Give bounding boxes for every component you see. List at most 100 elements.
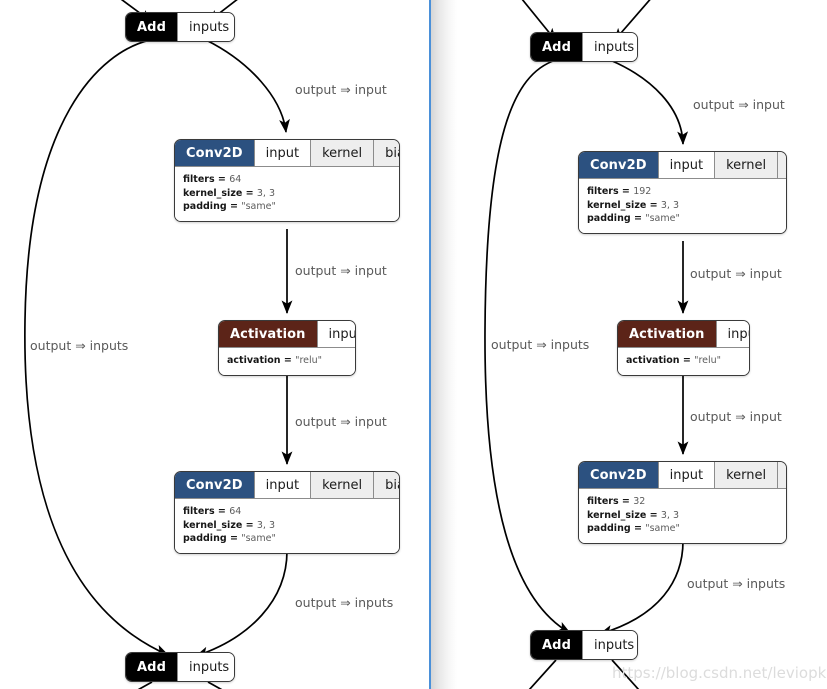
node-add-top-left[interactable]: Add inputs <box>125 12 235 42</box>
node-conv2d-lower-left-port-input[interactable]: input <box>253 472 311 498</box>
node-conv2d-lower-right-port-kernel[interactable]: kernel <box>714 462 778 488</box>
node-activation-left-header: Activationinput <box>219 321 355 347</box>
node-conv2d-upper-right-port-kernel[interactable]: kernel <box>714 152 778 178</box>
node-activation-right[interactable]: Activationinput activation = "relu" <box>617 320 750 376</box>
node-conv2d-upper-left-port-kernel[interactable]: kernel <box>310 140 374 166</box>
node-conv2d-upper-left-attr-key-padding: padding <box>183 201 227 212</box>
edge-label-conv-to-act-left: output ⇒ input <box>295 263 387 278</box>
node-conv2d-upper-right-attr-value-filters: 192 <box>633 186 652 197</box>
edge-label-add-to-conv-left: output ⇒ input <box>295 82 387 97</box>
node-activation-right-title: Activation <box>618 321 716 347</box>
node-conv2d-lower-left-attr-value-filters: 64 <box>229 506 242 517</box>
node-conv2d-upper-left-header: Conv2Dinputkernelbias <box>175 140 399 166</box>
node-conv2d-lower-left-attr-eq-kernel_size: = <box>242 519 257 531</box>
node-conv2d-upper-right-attr-value-kernel_size: 3, 3 <box>660 199 680 211</box>
node-conv2d-upper-left-attr-eq-kernel_size: = <box>242 187 257 199</box>
node-conv2d-lower-left-attr-key-kernel_size: kernel_size <box>183 519 243 531</box>
node-conv2d-lower-right-attr-key-padding: padding <box>587 523 631 534</box>
node-conv2d-upper-right-attr-key-filters: filters <box>587 186 619 197</box>
edge-outgoing-bottom-left-b <box>207 681 223 689</box>
node-activation-left-title: Activation <box>219 321 317 347</box>
node-add-bottom-left-header: Add inputs <box>126 653 234 681</box>
node-conv2d-upper-left-port-bias[interactable]: bias <box>373 140 399 166</box>
node-conv2d-upper-right-port-input[interactable]: input <box>657 152 715 178</box>
node-conv2d-upper-left-port-input[interactable]: input <box>253 140 311 166</box>
node-conv2d-lower-left-title: Conv2D <box>175 472 254 498</box>
node-conv2d-lower-right-port-input[interactable]: input <box>657 462 715 488</box>
node-conv2d-upper-right-header: Conv2Dinputkernelbias <box>579 152 786 178</box>
node-conv2d-upper-left-attr-value-padding: "same" <box>241 201 276 212</box>
diagram-canvas: AddinputsConv2Dinputkernelbiasfilters = … <box>0 0 827 689</box>
node-conv2d-lower-left[interactable]: Conv2Dinputkernelbiasfilters = 64kernel_… <box>174 471 400 554</box>
node-activation-left-port-input[interactable]: input <box>316 321 355 347</box>
node-conv2d-upper-left-attributes: filters = 64 kernel_size = 3, 3 padding = … <box>175 166 399 221</box>
node-conv2d-lower-left-port-kernel[interactable]: kernel <box>310 472 374 498</box>
node-conv2d-upper-right-port-bias[interactable]: bias <box>777 152 786 178</box>
node-add-top-right-port-inputs[interactable]: inputs <box>581 33 637 61</box>
edge-outgoing-bottom-right-a <box>528 659 557 689</box>
node-conv2d-lower-left-attr-padding: padding = "same" <box>183 532 391 546</box>
node-add-bottom-right-port-inputs[interactable]: inputs <box>581 631 637 659</box>
node-activation-left-attr-value-activation: "relu" <box>295 355 323 366</box>
node-conv2d-upper-left[interactable]: Conv2Dinputkernelbiasfilters = 64kernel_… <box>174 139 400 222</box>
edge-label-conv-to-add-right: output ⇒ inputs <box>687 576 786 591</box>
node-activation-right-attr-key-activation: activation <box>626 355 680 366</box>
edge-label-act-to-conv-right: output ⇒ input <box>690 409 782 424</box>
node-conv2d-lower-right-port-bias[interactable]: bias <box>777 462 786 488</box>
node-conv2d-lower-right-attr-value-kernel_size: 3, 3 <box>660 509 680 521</box>
node-conv2d-lower-right-attr-padding: padding = "same" <box>587 522 778 536</box>
edge-add-to-conv-right <box>609 59 689 146</box>
node-conv2d-upper-right-attr-key-kernel_size: kernel_size <box>587 199 647 211</box>
node-activation-right-attributes: activation = "relu" <box>618 347 749 375</box>
node-conv2d-lower-right-header: Conv2Dinputkernelbias <box>579 462 786 488</box>
node-conv2d-lower-left-port-bias[interactable]: bias <box>373 472 399 498</box>
node-conv2d-lower-right-attr-eq-padding: = <box>630 523 646 534</box>
node-activation-right-port-input[interactable]: input <box>715 321 749 347</box>
node-activation-right-attr-eq-activation: = <box>679 355 695 366</box>
node-conv2d-lower-right-attr-value-padding: "same" <box>645 523 680 534</box>
node-conv2d-upper-left-attr-key-filters: filters <box>183 174 215 185</box>
node-conv2d-upper-right-attr-key-padding: padding <box>587 213 631 224</box>
panel-divider-line <box>429 0 431 689</box>
node-conv2d-upper-right-attr-eq-padding: = <box>630 213 646 224</box>
node-conv2d-lower-left-attr-eq-filters: = <box>214 506 230 517</box>
node-conv2d-lower-right-attr-eq-filters: = <box>618 496 634 507</box>
node-conv2d-lower-right-attr-key-kernel_size: kernel_size <box>587 509 647 521</box>
edge-label-conv-to-act-right: output ⇒ input <box>690 266 782 281</box>
node-conv2d-upper-left-attr-kernel_size: kernel_size = 3, 3 <box>183 187 391 201</box>
node-conv2d-upper-right-title: Conv2D <box>579 152 658 178</box>
node-activation-left-attr-activation: activation = "relu" <box>227 354 347 368</box>
node-conv2d-upper-right[interactable]: Conv2Dinputkernelbias filters = 192 kernel… <box>578 151 787 234</box>
node-add-top-left-port-inputs[interactable]: inputs <box>176 13 234 41</box>
edge-label-act-to-conv-left: output ⇒ input <box>295 414 387 429</box>
edge-add-to-conv-left <box>205 39 290 134</box>
node-conv2d-upper-right-attributes: filters = 192 kernel_size = 3, 3 padding =… <box>579 178 786 233</box>
node-conv2d-lower-left-attr-value-kernel_size: 3, 3 <box>256 519 276 531</box>
node-conv2d-lower-right[interactable]: Conv2Dinputkernelbiasfilters = 32kernel_… <box>578 461 787 544</box>
node-conv2d-lower-right-attr-key-filters: filters <box>587 496 619 507</box>
node-conv2d-upper-left-title: Conv2D <box>175 140 254 166</box>
node-conv2d-upper-left-attr-eq-padding: = <box>226 201 242 212</box>
node-add-top-right-title: Add <box>531 33 582 61</box>
edge-label-skip-right: output ⇒ inputs <box>491 337 590 352</box>
node-add-bottom-right-title: Add <box>531 631 582 659</box>
node-conv2d-upper-right-attr-eq-kernel_size: = <box>646 199 661 211</box>
node-conv2d-lower-left-attr-key-padding: padding <box>183 533 227 544</box>
node-add-top-right-header: Add inputs <box>531 33 637 61</box>
node-add-top-right[interactable]: Add inputs <box>530 32 638 62</box>
edge-conv-to-add-right <box>599 540 684 636</box>
node-add-bottom-left[interactable]: Add inputs <box>125 652 235 682</box>
node-activation-left[interactable]: Activationinput activation = "relu" <box>218 320 356 376</box>
node-add-bottom-right[interactable]: Add inputs <box>530 630 638 660</box>
node-add-bottom-right-header: Add inputs <box>531 631 637 659</box>
node-add-top-left-header: Add inputs <box>126 13 234 41</box>
node-conv2d-upper-right-attr-kernel_size: kernel_size = 3, 3 <box>587 199 778 213</box>
node-add-bottom-left-title: Add <box>126 653 177 681</box>
node-activation-right-attr-value-activation: "relu" <box>694 355 722 366</box>
edge-label-conv-to-add-left: output ⇒ inputs <box>295 595 394 610</box>
edge-conv-to-add-left <box>195 550 288 658</box>
node-activation-left-attributes: activation = "relu" <box>219 347 355 375</box>
node-add-bottom-left-port-inputs[interactable]: inputs <box>176 653 234 681</box>
node-conv2d-lower-right-attr-kernel_size: kernel_size = 3, 3 <box>587 509 778 523</box>
node-add-top-left-title: Add <box>126 13 177 41</box>
